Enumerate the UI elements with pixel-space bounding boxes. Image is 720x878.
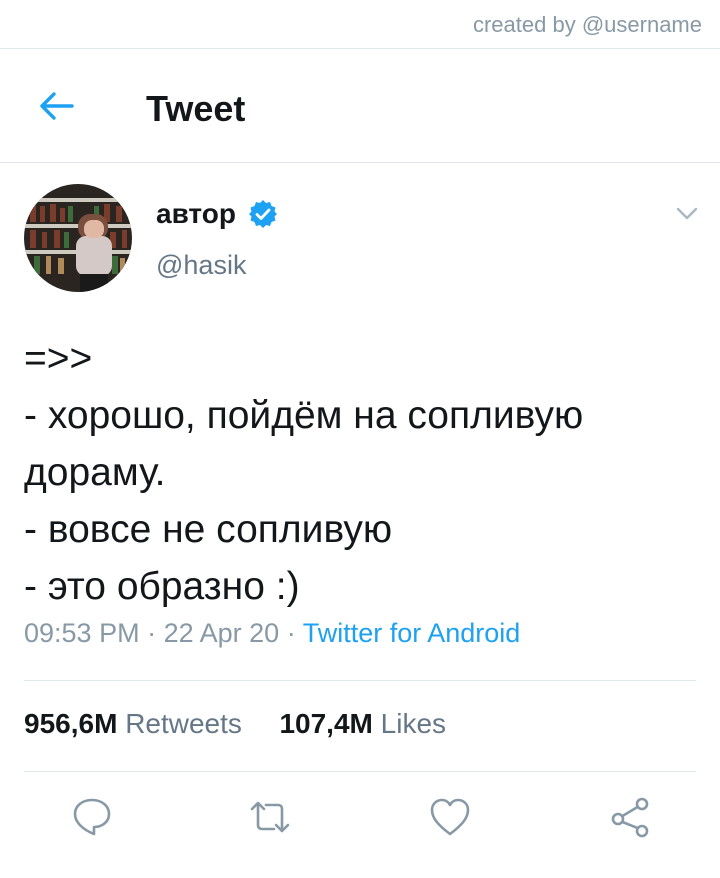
like-button[interactable]: [428, 795, 472, 839]
back-button[interactable]: [36, 86, 76, 126]
verified-badge-icon: [248, 199, 278, 229]
tweet-text: =>> - хорошо, пойдём на сопливую дораму.…: [24, 330, 704, 615]
retweet-button[interactable]: [248, 795, 292, 839]
divider: [0, 162, 720, 163]
retweets-label: Retweets: [125, 708, 242, 739]
like-icon: [430, 798, 470, 836]
tweet-line: - вовсе не сопливую: [24, 508, 393, 551]
avatar-image: [24, 184, 132, 292]
tweet-meta: 09:53 PM · 22 Apr 20 · Twitter for Andro…: [24, 618, 521, 648]
more-options-button[interactable]: [674, 200, 700, 226]
likes-count: 107,4M: [279, 708, 373, 739]
tweet-date: 22 Apr 20: [163, 618, 280, 648]
chevron-down-icon: [676, 207, 698, 220]
retweet-icon: [250, 801, 290, 833]
divider: [24, 680, 696, 681]
share-icon: [611, 797, 649, 838]
retweets-stat[interactable]: 956,6M Retweets: [24, 708, 250, 739]
tweet-header: Tweet: [0, 50, 720, 162]
author-handle[interactable]: @hasik: [156, 250, 246, 281]
arrow-left-icon: [40, 92, 74, 120]
tweet-source-link[interactable]: Twitter for Android: [303, 618, 521, 648]
likes-stat[interactable]: 107,4M Likes: [279, 708, 446, 739]
page-title: Tweet: [146, 88, 246, 129]
share-button[interactable]: [608, 795, 652, 839]
tweet-line: дораму.: [24, 451, 166, 494]
credit-text: created by @username: [472, 12, 702, 37]
reply-icon: [73, 798, 111, 836]
retweets-count: 956,6M: [24, 708, 118, 739]
tweet-time: 09:53 PM: [24, 618, 140, 648]
avatar[interactable]: [24, 184, 132, 292]
divider: [24, 771, 696, 772]
divider: [0, 48, 720, 49]
reply-button[interactable]: [70, 795, 114, 839]
author-name[interactable]: автор: [156, 198, 236, 230]
tweet-stats: 956,6M Retweets 107,4M Likes: [24, 708, 446, 740]
tweet-line: =>>: [24, 337, 93, 380]
action-bar: [0, 795, 720, 843]
likes-label: Likes: [380, 708, 447, 739]
tweet-line: - это образно :): [24, 565, 300, 608]
tweet-line: - хорошо, пойдём на сопливую: [24, 394, 584, 437]
